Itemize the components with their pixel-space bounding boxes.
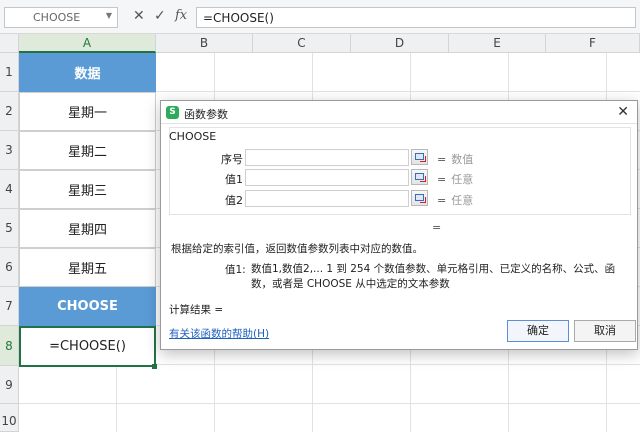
app-logo-icon: S — [166, 106, 179, 119]
name-box[interactable]: CHOOSE ▼ — [4, 7, 118, 28]
arg-input-value1[interactable] — [245, 169, 409, 186]
cell-a7[interactable]: CHOOSE — [19, 287, 156, 326]
insert-function-icon[interactable]: fx — [175, 8, 187, 23]
row-header-3[interactable]: 3 — [0, 131, 19, 170]
ok-button[interactable]: 确定 — [507, 320, 569, 342]
row-header-2[interactable]: 2 — [0, 92, 19, 131]
calc-result: 计算结果 = — [169, 304, 224, 316]
cell-a5[interactable]: 星期四 — [19, 209, 156, 248]
column-header-c[interactable]: C — [253, 34, 351, 53]
function-arguments-dialog: S 函数参数 ✕ CHOOSE 序号 = 数值 值1 = 任意 值2 = 任意 = 根… — [160, 100, 638, 350]
arg-eq: = — [437, 173, 447, 186]
row-header-7[interactable]: 7 — [0, 287, 19, 326]
dialog-titlebar[interactable]: S 函数参数 ✕ — [161, 101, 637, 124]
row-header-5[interactable]: 5 — [0, 209, 19, 248]
close-icon[interactable]: ✕ — [617, 104, 629, 120]
param-label: 值1: — [225, 264, 246, 276]
column-header-e[interactable]: E — [449, 34, 546, 53]
function-name: CHOOSE — [169, 130, 217, 143]
column-header-b[interactable]: B — [156, 34, 253, 53]
row-header-6[interactable]: 6 — [0, 248, 19, 287]
function-description: 根据给定的索引值，返回数值参数列表中对应的数值。 — [171, 243, 423, 255]
fill-handle[interactable] — [152, 364, 157, 369]
help-link[interactable]: 有关该函数的帮助(H) — [169, 326, 269, 341]
cancel-icon[interactable]: ✕ — [133, 8, 145, 24]
arg-label-value1: 值1 — [225, 173, 243, 186]
arg-result-value2: = 任意 — [437, 192, 473, 208]
arg-result-index: = 数值 — [437, 151, 473, 167]
arg-input-index[interactable] — [245, 149, 409, 166]
arg-result-value1: = 任意 — [437, 171, 473, 187]
name-box-value: CHOOSE — [33, 11, 81, 24]
enter-icon[interactable]: ✓ — [154, 8, 166, 24]
dialog-title: 函数参数 — [184, 108, 228, 121]
cell-a1[interactable]: 数据 — [19, 53, 156, 92]
formula-input[interactable]: =CHOOSE() — [196, 7, 636, 28]
arg-label-index: 序号 — [221, 153, 243, 166]
row-header-1[interactable]: 1 — [0, 53, 19, 92]
cell-a2[interactable]: 星期一 — [19, 92, 156, 131]
column-header-d[interactable]: D — [351, 34, 449, 53]
cell-a6[interactable]: 星期五 — [19, 248, 156, 287]
select-all-corner[interactable] — [0, 34, 19, 53]
range-select-icon[interactable] — [411, 149, 428, 165]
cell-a3[interactable]: 星期二 — [19, 131, 156, 170]
chevron-down-icon[interactable]: ▼ — [106, 11, 112, 20]
arg-eq: = — [437, 153, 447, 166]
column-header-a[interactable]: A — [19, 34, 156, 53]
row-header-10[interactable]: 10 — [0, 404, 19, 432]
formula-bar: CHOOSE ▼ ✕ ✓ fx =CHOOSE() — [0, 0, 640, 34]
cell-a4[interactable]: 星期三 — [19, 170, 156, 209]
row-header-8[interactable]: 8 — [0, 326, 19, 366]
arg-result-value: 数值 — [451, 153, 474, 166]
param-description: 数值1,数值2,... 1 到 254 个数值参数、单元格引用、已定义的名称、公… — [251, 263, 616, 290]
range-select-icon[interactable] — [411, 190, 428, 206]
arg-input-value2[interactable] — [245, 190, 409, 207]
cell-a8[interactable]: =CHOOSE() — [19, 326, 156, 367]
row-header-9[interactable]: 9 — [0, 366, 19, 404]
arg-result-value: 任意 — [451, 173, 474, 186]
arg-eq: = — [437, 194, 447, 207]
row-header-4[interactable]: 4 — [0, 170, 19, 209]
arg-label-value2: 值2 — [225, 194, 243, 207]
arg-result-value: 任意 — [451, 194, 474, 207]
column-header-f[interactable]: F — [546, 34, 640, 53]
cancel-button[interactable]: 取消 — [574, 320, 636, 342]
total-result: = — [432, 221, 442, 234]
range-select-icon[interactable] — [411, 169, 428, 185]
